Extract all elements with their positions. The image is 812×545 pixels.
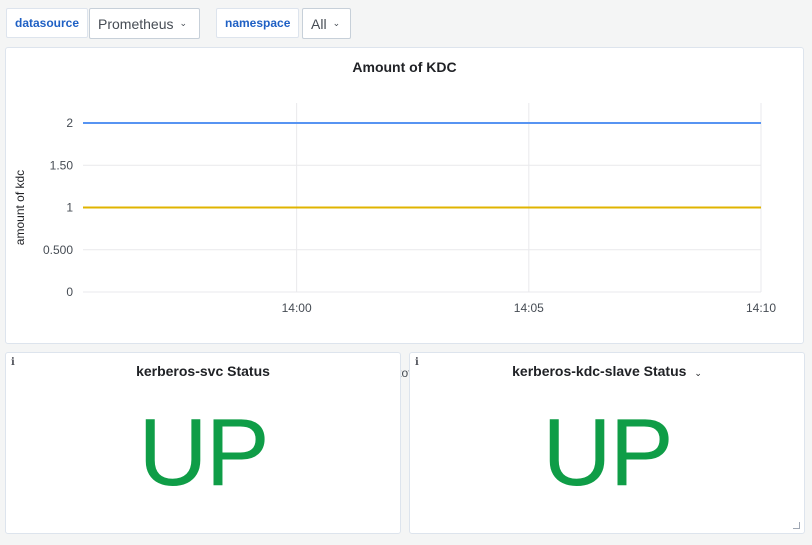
datasource-select[interactable]: Prometheus ⌄ [89,8,200,39]
chevron-down-icon[interactable]: ⌄ [694,368,702,378]
x-tick-label: 14:05 [514,301,544,315]
stat-panel-kerberos-kdc-slave: i kerberos-kdc-slave Status ⌄ UP [409,352,805,534]
stat-panel-kerberos-svc: i kerberos-svc Status UP [5,352,401,534]
namespace-select[interactable]: All ⌄ [302,8,351,39]
graph-panel: Amount of KDC 0 0.500 1 1.50 2 14:00 14:05 14:1… [5,47,804,380]
y-tick-label: 1 [66,201,73,215]
stat-value: UP [542,399,673,506]
stat-value: UP [138,399,269,506]
namespace-select-value: All [311,15,327,32]
y-tick-label: 2 [66,116,73,130]
line-chart: 0 0.500 1 1.50 2 14:00 14:05 14:10 amount of kdc [13,103,776,315]
y-tick-label: 1.50 [50,158,74,172]
x-tick-label: 14:10 [746,301,776,315]
chevron-down-icon: ⌄ [332,18,341,28]
datasource-select-value: Prometheus [98,15,174,32]
chevron-down-icon: ⌄ [179,18,188,28]
y-tick-label: 0 [66,285,73,299]
y-tick-label: 0.500 [43,243,73,257]
datasource-variable-label: datasource [6,8,89,38]
y-axis-label: amount of kdc [13,170,27,245]
x-tick-label: 14:00 [282,301,312,315]
resize-handle-icon[interactable] [793,522,800,529]
stat-panel-title-text: kerberos-kdc-slave Status [512,363,687,379]
namespace-variable-label: namespace [216,8,300,38]
stat-panel-title[interactable]: kerberos-svc Status [6,363,400,379]
stat-panel-title[interactable]: kerberos-kdc-slave Status ⌄ [410,363,804,379]
